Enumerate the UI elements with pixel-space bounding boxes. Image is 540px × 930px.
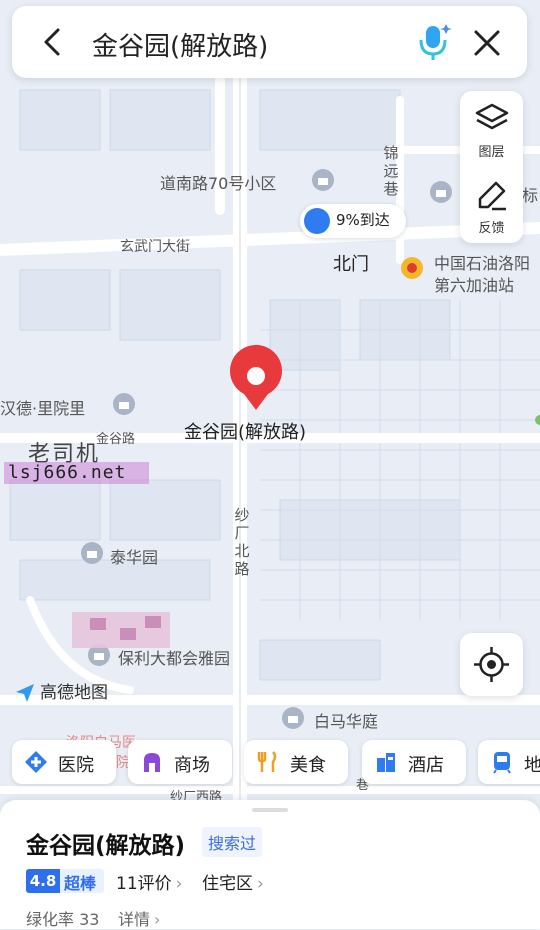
chip-food-label: 美食 [290,755,326,776]
chip-food[interactable]: 美食 [244,740,348,784]
category-chips: 医院 商场 美食 酒店 地 [0,740,540,786]
layers-button[interactable]: 图层 [460,91,523,167]
eta-pill[interactable]: 9%到达 [300,204,406,238]
sheet-handle[interactable] [252,808,288,812]
reviews-link[interactable]: 11评价 › [116,869,182,894]
map-label-xuanwumen: 玄武门大街 [120,239,190,255]
place-name: 金谷园(解放路) [26,833,186,859]
chip-mall[interactable]: 商场 [128,740,232,784]
map-label-biao: 标 [522,186,539,205]
hospital-icon [25,751,47,773]
map-label-shachangbeilu: 纱厂北路 [234,506,250,578]
amap-logo: 高德地图 [14,678,108,704]
feedback-button[interactable]: 反馈 [460,167,523,243]
transit-icon [304,208,330,234]
search-bar[interactable]: 金谷园(解放路) [12,6,527,78]
hotel-icon [377,753,395,772]
map-label-jinyuanxiang: 锦远巷 [383,144,399,198]
rating-label: 超棒 [64,874,97,893]
metro-icon [493,752,511,774]
food-icon [257,751,277,772]
reviews-count: 11评价 [116,874,172,894]
layers-icon [475,103,509,130]
pencil-icon [478,181,506,211]
watermark: 老司机 lsj666.net [4,436,149,486]
map-label-petro1: 中国石油洛阳 [434,254,531,273]
map-label-beimen: 北门 [333,254,369,275]
category-text: 住宅区 [202,874,253,894]
layers-label: 图层 [478,145,505,160]
chip-hospital[interactable]: 医院 [12,740,116,784]
marker-label: 金谷园(解放路) [184,422,307,443]
eta-text: 9%到达 [336,211,390,229]
chip-mall-label: 商场 [174,755,210,776]
map-label-daonan: 道南路70号小区 [160,174,277,193]
search-title[interactable]: 金谷园(解放路) [92,26,268,63]
logo-text: 高德地图 [40,683,108,703]
detail-link[interactable]: 详情 › [118,906,160,930]
chip-hotel-label: 酒店 [408,755,444,776]
chevron-right-icon: › [175,874,183,894]
rating-score: 4.8 [26,869,60,893]
chip-hotel[interactable]: 酒店 [362,740,466,784]
place-detail-sheet[interactable]: 金谷园(解放路) 搜索过 4.8 超棒 11评价 › 住宅区 › 绿化率 33 详情… [0,800,540,929]
map-label-taihua: 泰华园 [110,548,159,567]
map-label-handeli: 汉德·里院里 [0,399,86,418]
green-rate: 绿化率 33 [26,910,100,929]
detail-text: 详情 [118,910,151,929]
map-label-baoli: 保利大都会雅园 [118,649,231,668]
amap-logo-icon [16,684,34,702]
watermark-line2: lsj666.net [4,462,149,484]
chip-hospital-label: 医院 [58,755,94,776]
searched-badge: 搜索过 [202,827,263,857]
rating-badge[interactable]: 4.8 超棒 [26,869,104,893]
feedback-label: 反馈 [478,221,505,236]
map-label-petro2: 第六加油站 [434,276,515,295]
chevron-right-icon: › [154,910,161,929]
chip-metro[interactable]: 地 [478,740,540,784]
chevron-right-icon: › [257,874,264,894]
mall-icon [144,753,160,772]
close-icon[interactable] [470,26,504,60]
side-toolbar: 图层 反馈 [460,91,523,243]
chip-metro-label: 地 [524,755,540,776]
microphone-icon[interactable] [414,20,454,64]
back-arrow-icon[interactable] [36,24,72,60]
locate-button[interactable] [460,633,523,696]
map-label-baimahuating: 白马华庭 [314,712,379,731]
category-link[interactable]: 住宅区 › [202,869,264,894]
crosshair-icon [474,647,509,682]
